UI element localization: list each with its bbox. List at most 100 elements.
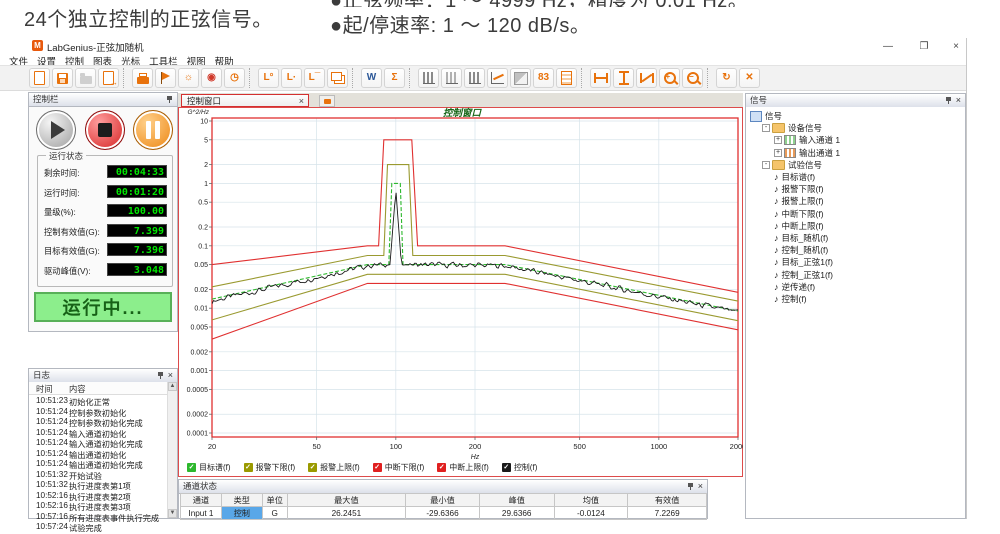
maximize-button[interactable]: ❐ [914, 41, 934, 52]
graph-l3-button[interactable]: L¯ [304, 68, 325, 88]
table-cell: -29.6366 [406, 507, 480, 520]
chart-snapshot-icon[interactable] [319, 95, 335, 107]
cursor-slope-button[interactable] [636, 68, 657, 88]
bar-chart-1-button[interactable] [418, 68, 439, 88]
cursor-horizontal-button[interactable] [590, 68, 611, 88]
pause-button[interactable] [133, 110, 173, 150]
signal-icon: ♪ [774, 172, 779, 182]
log-panel: 日志 × 时间 内容 10:51:23初始化正常10:51:24控制参数初始化1… [28, 368, 178, 519]
new-file-button[interactable] [29, 68, 50, 88]
table-header-3: 最大值 [287, 494, 405, 507]
tab-close-icon[interactable]: × [299, 95, 304, 107]
bar-chart-2-button[interactable] [441, 68, 462, 88]
status-value: 7.399 [107, 224, 167, 237]
stop-button[interactable] [85, 110, 125, 150]
report-device-button[interactable] [132, 68, 153, 88]
run-status-legend: 运行状态 [46, 150, 86, 162]
svg-text:0.5: 0.5 [198, 200, 208, 207]
cursor-vertical-button[interactable] [613, 68, 634, 88]
table-cell: -0.0124 [554, 507, 628, 520]
table-cell: 7.2269 [628, 507, 707, 520]
log-time: 10:51:24 [36, 428, 68, 437]
zoom-out-icon [687, 72, 699, 84]
tree-item-6[interactable]: ♪报警下限(f) [774, 183, 824, 195]
schedule-clock-button[interactable]: ◷ [224, 68, 245, 88]
toolbar-separator [707, 68, 712, 88]
window-layout-button[interactable] [327, 68, 348, 88]
settings-gear-button[interactable]: ☼ [178, 68, 199, 88]
tree-item-5[interactable]: ♪目标谱(f) [774, 171, 815, 183]
pin-icon[interactable] [158, 372, 163, 379]
clear-cursors-button[interactable]: ✕ [739, 68, 760, 88]
log-column-headers: 时间 内容 [29, 382, 177, 395]
tree-label: 报警下限(f) [782, 183, 824, 195]
bar-chart-3-button[interactable] [464, 68, 485, 88]
play-button[interactable] [36, 110, 76, 150]
save-button[interactable] [52, 68, 73, 88]
refresh-icon: ↻ [722, 73, 730, 83]
expander-icon[interactable]: - [762, 161, 770, 169]
status-row: 控制有效值(G):7.399 [38, 224, 172, 238]
tree-item-1[interactable]: -设备信号 [762, 122, 822, 134]
channel-group-button[interactable]: 83 [533, 68, 554, 88]
expander-icon[interactable]: - [762, 124, 770, 132]
sigma-button[interactable]: Σ [384, 68, 405, 88]
calculator-icon [561, 71, 572, 85]
scroll-up-icon[interactable]: ▲ [168, 382, 177, 391]
zoom-in-button[interactable] [659, 68, 680, 88]
graph-l2-icon: L· [287, 73, 296, 83]
status-value: 00:01:20 [107, 185, 167, 198]
area-chart-button[interactable] [510, 68, 531, 88]
close-button[interactable]: × [946, 41, 966, 52]
tree-item-2[interactable]: +输入通道 1 [774, 134, 840, 146]
export-button[interactable] [98, 68, 119, 88]
flag-button[interactable] [155, 68, 176, 88]
close-icon[interactable]: × [956, 94, 961, 106]
log-time: 10:52:16 [36, 501, 68, 510]
spectrum-chart-button[interactable] [487, 68, 508, 88]
expander-icon[interactable]: + [774, 149, 782, 157]
table-header-2: 单位 [262, 494, 287, 507]
tree-item-10[interactable]: ♪目标_随机(f) [774, 232, 828, 244]
svg-text:20: 20 [208, 442, 216, 451]
tree-item-7[interactable]: ♪报警上限(f) [774, 195, 824, 207]
refresh-button[interactable]: ↻ [716, 68, 737, 88]
tab-control-window[interactable]: 控制窗口 × [181, 94, 309, 107]
sphere-button[interactable]: ◉ [201, 68, 222, 88]
minimize-button[interactable]: — [878, 41, 898, 52]
tree-item-3[interactable]: +输出通道 1 [774, 147, 840, 159]
open-button[interactable] [75, 68, 96, 88]
tree-label: 信号 [765, 110, 782, 122]
close-icon[interactable]: × [698, 480, 703, 492]
signal-icon: ♪ [774, 233, 779, 243]
settings-gear-icon: ☼ [184, 73, 193, 83]
tree-item-15[interactable]: ♪控制(f) [774, 293, 807, 305]
log-time: 10:51:24 [36, 438, 68, 447]
table-cell: 控制 [221, 507, 262, 520]
tree-item-13[interactable]: ♪控制_正弦1(f) [774, 269, 833, 281]
pin-icon[interactable] [946, 97, 951, 104]
pin-icon[interactable] [688, 483, 693, 490]
close-icon[interactable]: × [168, 369, 173, 381]
bar-chart-2-icon [446, 72, 458, 84]
pin-icon[interactable] [167, 96, 172, 103]
expander-icon[interactable]: + [774, 136, 782, 144]
graph-l1-button[interactable]: L° [258, 68, 279, 88]
zoom-out-button[interactable] [682, 68, 703, 88]
svg-text:0.2: 0.2 [198, 225, 208, 232]
doc-text-right-clipped: ●正弦频率：1 ～ 4999 Hz，精度为 0.01 Hz。 [330, 0, 750, 7]
svg-text:0.05: 0.05 [194, 262, 208, 269]
tree-item-11[interactable]: ♪控制_随机(f) [774, 244, 828, 256]
log-scrollbar[interactable]: ▲ ▼ [167, 382, 177, 518]
graph-l2-button[interactable]: L· [281, 68, 302, 88]
tree-item-4[interactable]: -试验信号 [762, 159, 822, 171]
tree-item-12[interactable]: ♪目标_正弦1(f) [774, 256, 833, 268]
log-time: 10:51:23 [36, 396, 68, 405]
word-report-button[interactable]: W [361, 68, 382, 88]
tree-item-8[interactable]: ♪中断下限(f) [774, 208, 824, 220]
tree-item-0[interactable]: 信号 [750, 110, 782, 122]
calculator-button[interactable] [556, 68, 577, 88]
tree-item-9[interactable]: ♪中断上限(f) [774, 220, 824, 232]
tree-item-14[interactable]: ♪逆传递(f) [774, 281, 815, 293]
scroll-down-icon[interactable]: ▼ [168, 509, 177, 518]
